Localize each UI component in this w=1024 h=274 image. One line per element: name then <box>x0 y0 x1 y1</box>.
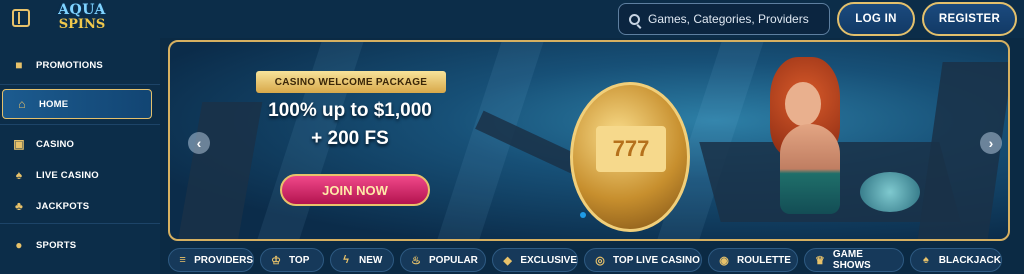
gift-icon: ■ <box>15 58 23 72</box>
promo-banner[interactable]: ‹ › CASINO WELCOME PACKAGE 100% up to $1… <box>168 40 1010 241</box>
sidebar-item-label: CASINO <box>36 138 75 150</box>
logo-line1: AQUA <box>58 2 106 18</box>
category-exclusive[interactable]: ◆ EXCLUSIVE <box>492 248 578 272</box>
category-label: POPULAR <box>429 254 478 266</box>
torch-icon: ♨ <box>411 254 421 267</box>
search-input[interactable]: Games, Categories, Providers <box>618 3 830 35</box>
next-arrow-button[interactable]: › <box>980 132 1002 154</box>
category-game-shows[interactable]: ♛ GAME SHOWS <box>804 248 904 272</box>
cards-icon: ♠ <box>922 254 929 266</box>
category-top[interactable]: ♔ TOP <box>260 248 324 272</box>
sidebar-divider <box>0 84 160 85</box>
sidebar-item-live-casino[interactable]: ♠ LIVE CASINO <box>0 160 160 190</box>
home-icon: ⌂ <box>18 97 26 111</box>
category-bar: ≡ PROVIDERS ♔ TOP ϟ NEW ♨ POPULAR ◆ EXCL… <box>168 248 1018 272</box>
category-label: ROULETTE <box>737 254 791 266</box>
gem-icon: ◆ <box>503 254 512 267</box>
logo-line2: SPINS <box>58 17 106 32</box>
category-roulette[interactable]: ◉ ROULETTE <box>708 248 798 272</box>
mermaid-tail-image <box>860 172 920 212</box>
category-blackjack[interactable]: ♠ BLACKJACK <box>910 248 1002 272</box>
sidebar-item-label: PROMOTIONS <box>36 59 103 71</box>
mermaid-body-image <box>780 124 840 214</box>
sidebar: ■ PROMOTIONS ⌂ HOME ▣ CASINO ♠ LIVE CASI… <box>0 38 160 274</box>
scroll-icon: ≡ <box>179 254 186 266</box>
category-popular[interactable]: ♨ POPULAR <box>400 248 486 272</box>
menu-toggle-icon[interactable] <box>12 9 30 27</box>
sidebar-item-home[interactable]: ⌂ HOME <box>2 89 152 119</box>
mic-icon: ♛ <box>815 254 825 267</box>
promo-headline: 100% up to $1,000 <box>268 100 432 121</box>
sidebar-item-label: SPORTS <box>36 239 77 251</box>
shipwreck-image <box>177 102 263 239</box>
carousel-dots <box>580 212 586 218</box>
sidebar-divider <box>0 223 160 224</box>
category-new[interactable]: ϟ NEW <box>330 248 394 272</box>
category-label: EXCLUSIVE <box>520 254 577 266</box>
category-label: NEW <box>359 254 383 266</box>
category-label: GAME SHOWS <box>832 249 871 271</box>
slot-machine-icon: ▣ <box>13 137 25 151</box>
logo[interactable]: AQUA SPINS <box>52 3 112 35</box>
chip-icon: ◎ <box>595 254 605 267</box>
search-icon <box>629 13 640 25</box>
sidebar-divider <box>0 124 160 125</box>
slot-reels-image: 777 <box>596 126 666 172</box>
join-now-button[interactable]: JOIN NOW <box>280 174 430 206</box>
roulette-icon: ◉ <box>719 254 729 267</box>
lightning-icon: ϟ <box>343 254 349 266</box>
promo-subline: + 200 FS <box>311 128 389 149</box>
crown-icon: ♔ <box>271 254 281 267</box>
category-label: PROVIDERS <box>194 254 253 266</box>
cards-icon: ♠ <box>15 168 23 182</box>
clover-icon: ♣ <box>14 199 24 213</box>
register-button[interactable]: REGISTER <box>922 2 1017 36</box>
welcome-package-ribbon: CASINO WELCOME PACKAGE <box>256 71 446 93</box>
sidebar-item-label: JACKPOTS <box>36 200 90 212</box>
top-header: AQUA SPINS Games, Categories, Providers … <box>0 0 1024 38</box>
carousel-dot-active[interactable] <box>580 212 586 218</box>
prev-arrow-button[interactable]: ‹ <box>188 132 210 154</box>
sidebar-item-casino[interactable]: ▣ CASINO <box>0 129 160 159</box>
category-providers[interactable]: ≡ PROVIDERS <box>168 248 254 272</box>
mermaid-face-image <box>785 82 821 126</box>
sidebar-item-label: LIVE CASINO <box>36 169 99 181</box>
sidebar-item-sports[interactable]: ● SPORTS <box>0 230 160 260</box>
category-label: BLACKJACK <box>938 254 1001 266</box>
category-label: TOP <box>289 254 310 266</box>
sidebar-item-label: HOME <box>39 98 69 110</box>
search-placeholder: Games, Categories, Providers <box>648 12 809 26</box>
login-button[interactable]: LOG IN <box>837 2 915 36</box>
ball-icon: ● <box>15 238 23 252</box>
category-top-live-casino[interactable]: ◎ TOP LIVE CASINO <box>584 248 702 272</box>
sidebar-item-promotions[interactable]: ■ PROMOTIONS <box>0 50 160 80</box>
sidebar-item-jackpots[interactable]: ♣ JACKPOTS <box>0 191 160 221</box>
category-label: TOP LIVE CASINO <box>613 254 700 266</box>
